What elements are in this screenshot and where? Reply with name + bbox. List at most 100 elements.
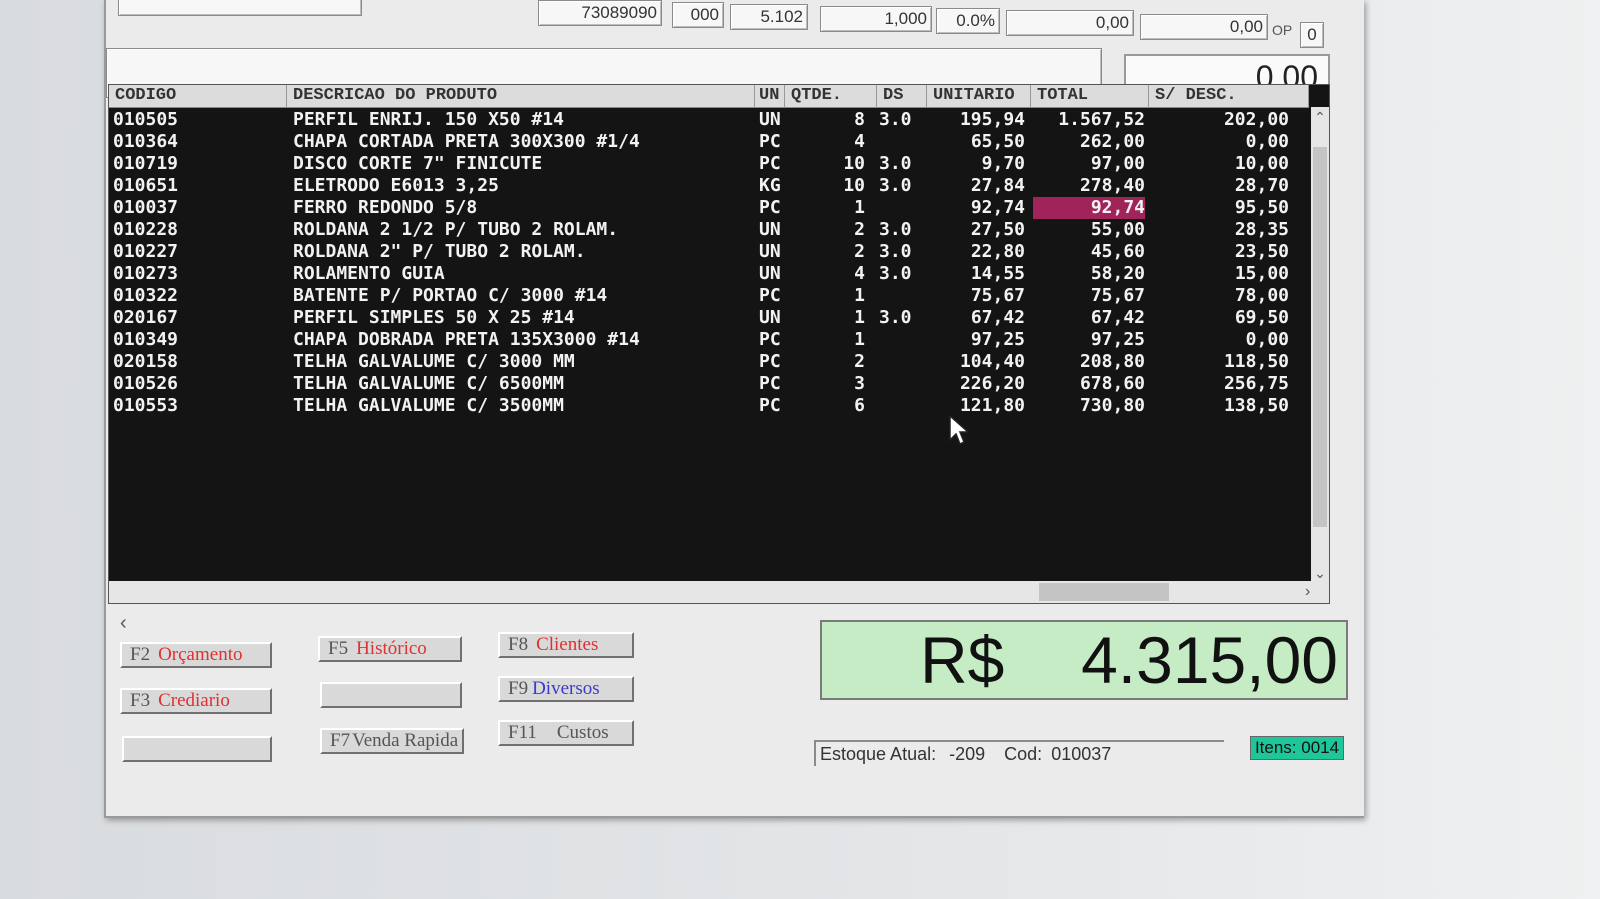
table-row[interactable]: 010227 ROLDANA 2" P/ TUBO 2 ROLAM. UN 2 3.0 2… [109, 241, 1309, 263]
cell-qtde: 4 [854, 263, 865, 284]
cell-qtde: 1 [854, 285, 865, 306]
header-sdesc[interactable]: S/ DESC. [1149, 85, 1309, 107]
table-row[interactable]: 010505 PERFIL ENRIJ. 150 X50 #14 UN 8 3.0 195… [109, 109, 1309, 131]
cell-codigo: 010553 [113, 395, 179, 416]
op-field[interactable]: 0 [1300, 22, 1324, 48]
header-qtde[interactable]: QTDE. [785, 85, 877, 107]
cell-un: UN [759, 109, 781, 130]
header-codigo[interactable]: CODIGO [109, 85, 287, 107]
cell-unitario: 92,74 [970, 197, 1025, 218]
estoque-value: -209 [949, 744, 986, 764]
op-label: OP [1272, 22, 1293, 38]
value1-field[interactable]: 0,00 [1006, 10, 1134, 36]
table-row[interactable]: 010364 CHAPA CORTADA PRETA 300X300 #1/4 PC… [109, 131, 1309, 153]
cell-un: PC [759, 395, 781, 416]
header-total[interactable]: TOTAL [1031, 85, 1149, 107]
grid-header: CODIGO DESCRICAO DO PRODUTO UN QTDE. DS … [109, 85, 1309, 108]
quantity-field[interactable]: 1,000 [820, 6, 932, 32]
cell-qtde: 1 [854, 329, 865, 350]
cell-unitario: 75,67 [970, 285, 1025, 306]
table-row[interactable]: 020167 PERFIL SIMPLES 50 X 25 #14 UN 1 3.0 67… [109, 307, 1309, 329]
table-row[interactable]: 020158 TELHA GALVALUME C/ 3000 MM PC 2 104,4… [109, 351, 1309, 373]
cell-descricao: TELHA GALVALUME C/ 3000 MM [293, 351, 575, 372]
field-5102[interactable]: 5.102 [730, 4, 808, 30]
table-row[interactable]: 010526 TELHA GALVALUME C/ 6500MM PC 3 226,20… [109, 373, 1309, 395]
cell-ds [879, 373, 923, 395]
value2-field[interactable]: 0,00 [1140, 14, 1268, 40]
header-ds[interactable]: DS [877, 85, 927, 107]
cell-total: 730,80 [1079, 395, 1145, 416]
cell-ds: 3.0 [879, 307, 912, 328]
cell-codigo: 010228 [113, 219, 179, 240]
cell-sdesc: 0,00 [1245, 329, 1289, 350]
itens-count-badge: Itens: 0014 [1250, 736, 1344, 760]
f5-historico-button[interactable]: F5 Histórico [318, 636, 462, 662]
product-grid[interactable]: CODIGO DESCRICAO DO PRODUTO UN QTDE. DS … [108, 84, 1330, 604]
cell-unitario: 27,50 [970, 219, 1025, 240]
f3-crediario-button[interactable]: F3 Crediario [120, 688, 272, 714]
f7-label: Venda Rapida [352, 730, 459, 751]
table-row[interactable]: 010037 FERRO REDONDO 5/8 PC 1 92,74 92,74 95,5… [109, 197, 1309, 219]
vertical-scrollbar[interactable]: ⌃ ⌄ [1311, 107, 1329, 585]
cell-total: 278,40 [1079, 175, 1145, 196]
header-descricao[interactable]: DESCRICAO DO PRODUTO [287, 85, 755, 107]
cell-sdesc: 28,70 [1234, 175, 1289, 196]
cell-descricao: FERRO REDONDO 5/8 [293, 197, 478, 218]
f9-diversos-button[interactable]: F9 Diversos [498, 676, 634, 702]
cell-total: 262,00 [1079, 131, 1145, 152]
table-row[interactable]: 010322 BATENTE P/ PORTAO C/ 3000 #14 PC 1 75… [109, 285, 1309, 307]
table-row[interactable]: 010273 ROLAMENTO GUIA UN 4 3.0 14,55 58,20 15,0… [109, 263, 1309, 285]
table-row[interactable]: 010349 CHAPA DOBRADA PRETA 135X3000 #14 PC… [109, 329, 1309, 351]
cell-sdesc: 202,00 [1223, 109, 1289, 130]
field-000[interactable]: 000 [672, 2, 724, 28]
horizontal-scrollbar[interactable]: › [109, 581, 1329, 603]
blank-button-2[interactable] [320, 682, 462, 708]
cell-codigo: 010526 [113, 373, 179, 394]
blank-button-1[interactable] [122, 736, 272, 762]
stock-status-bar: Estoque Atual: -209 Cod: 010037 [814, 740, 1224, 766]
cell-sdesc: 95,50 [1234, 197, 1289, 218]
chevron-left-icon[interactable]: ‹ [120, 612, 127, 635]
cell-codigo: 010719 [113, 153, 179, 174]
f11-key: F11 [508, 722, 537, 743]
cell-unitario: 65,50 [970, 131, 1025, 152]
cell-ds [879, 329, 923, 351]
table-row[interactable]: 010553 TELHA GALVALUME C/ 3500MM PC 6 121,80… [109, 395, 1309, 417]
table-row[interactable]: 010651 ELETRODO E6013 3,25 KG 10 3.0 27,84 278… [109, 175, 1309, 197]
f8-clientes-button[interactable]: F8 Clientes [498, 632, 634, 658]
table-row[interactable]: 010228 ROLDANA 2 1/2 P/ TUBO 2 ROLAM. UN 2 3… [109, 219, 1309, 241]
cell-total: 58,20 [1090, 263, 1145, 284]
cell-sdesc: 10,00 [1234, 153, 1289, 174]
percent-field[interactable]: 0.0% [936, 8, 1000, 34]
cell-total: 208,80 [1079, 351, 1145, 372]
grid-body[interactable]: 010505 PERFIL ENRIJ. 150 X50 #14 UN 8 3.0 195… [109, 109, 1309, 589]
cell-un: KG [759, 175, 781, 196]
chevron-down-icon[interactable]: ⌄ [1311, 565, 1329, 582]
estoque-label: Estoque Atual: [820, 744, 937, 764]
cell-descricao: PERFIL ENRIJ. 150 X50 #14 [293, 109, 564, 130]
horizontal-scroll-thumb[interactable] [1039, 583, 1169, 601]
f2-label: Orçamento [158, 644, 243, 665]
table-row[interactable]: 010719 DISCO CORTE 7" FINICUTE PC 10 3.0 9,70… [109, 153, 1309, 175]
ncm-code-field[interactable]: 73089090 [538, 0, 662, 26]
cell-codigo: 010349 [113, 329, 179, 350]
cell-unitario: 104,40 [959, 351, 1025, 372]
cell-ds: 3.0 [879, 263, 912, 284]
cell-un: UN [759, 263, 781, 284]
cell-total: 92,74 [1033, 197, 1145, 219]
header-un[interactable]: UN [755, 85, 785, 107]
cell-qtde: 1 [854, 197, 865, 218]
f11-custos-button[interactable]: F11 Custos [498, 720, 634, 746]
chevron-up-icon[interactable]: ⌃ [1311, 109, 1329, 126]
cell-un: UN [759, 241, 781, 262]
cell-ds: 3.0 [879, 153, 912, 174]
header-unitario[interactable]: UNITARIO [927, 85, 1031, 107]
vertical-scroll-thumb[interactable] [1313, 147, 1327, 527]
f7-venda-rapida-button[interactable]: F7 Venda Rapida [320, 728, 464, 754]
chevron-right-icon[interactable]: › [1305, 581, 1310, 603]
f2-orcamento-button[interactable]: F2 Orçamento [120, 642, 272, 668]
cell-un: UN [759, 307, 781, 328]
cell-ds [879, 351, 923, 373]
cell-codigo: 010505 [113, 109, 179, 130]
top-left-field[interactable] [118, 0, 362, 16]
